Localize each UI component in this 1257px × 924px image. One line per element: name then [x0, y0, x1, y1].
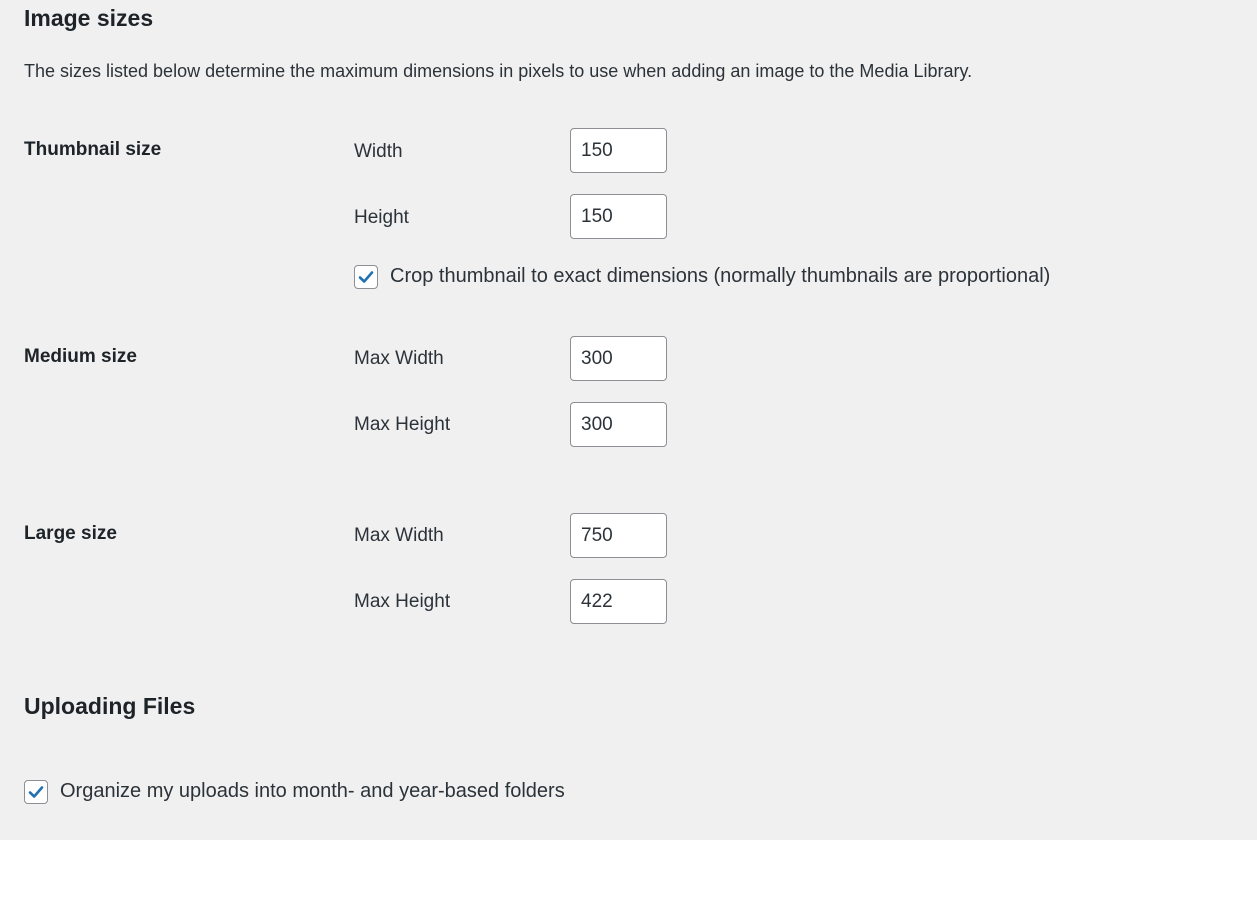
- large-width-label: Max Width: [354, 525, 444, 546]
- crop-thumbnail-label[interactable]: Crop thumbnail to exact dimensions (norm…: [390, 265, 1050, 288]
- image-sizes-description: The sizes listed below determine the max…: [24, 61, 973, 81]
- large-size-label: Large size: [24, 523, 117, 544]
- large-height-input[interactable]: [570, 579, 667, 624]
- medium-height-input[interactable]: [570, 402, 667, 447]
- medium-size-label: Medium size: [24, 346, 137, 367]
- medium-width-input[interactable]: [570, 336, 667, 381]
- thumbnail-width-label: Width: [354, 141, 403, 162]
- organize-uploads-checkbox[interactable]: [24, 780, 48, 804]
- thumbnail-height-input[interactable]: [570, 194, 667, 239]
- medium-height-label: Max Height: [354, 414, 451, 435]
- crop-thumbnail-checkbox[interactable]: [354, 265, 378, 289]
- large-width-input[interactable]: [570, 513, 667, 558]
- medium-width-label: Max Width: [354, 348, 444, 369]
- organize-uploads-label[interactable]: Organize my uploads into month- and year…: [60, 780, 565, 803]
- thumbnail-height-label: Height: [354, 207, 409, 228]
- check-icon: [28, 786, 44, 798]
- settings-panel: Image sizes The sizes listed below deter…: [0, 0, 1257, 840]
- large-height-label: Max Height: [354, 591, 451, 612]
- uploading-files-heading: Uploading Files: [24, 693, 196, 719]
- image-sizes-heading: Image sizes: [24, 5, 154, 31]
- thumbnail-size-label: Thumbnail size: [24, 139, 162, 160]
- check-icon: [358, 271, 374, 283]
- thumbnail-width-input[interactable]: [570, 128, 667, 173]
